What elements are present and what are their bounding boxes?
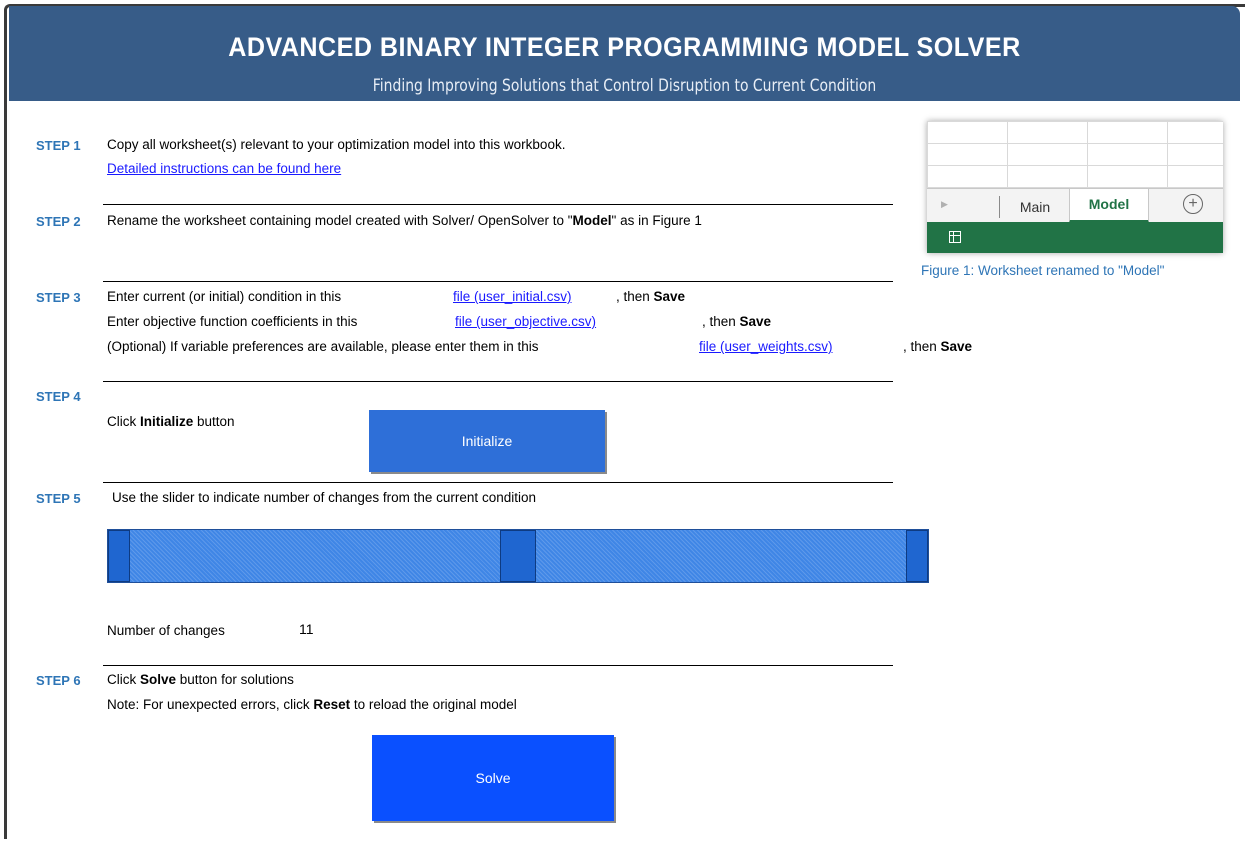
step5-label: STEP 5 [36, 491, 81, 506]
step3-line3-text: (Optional) If variable preferences are a… [107, 339, 539, 354]
step3-label: STEP 3 [36, 290, 81, 305]
sheet-view-icon [949, 231, 961, 243]
step2-label: STEP 2 [36, 214, 81, 229]
figure-caption: Figure 1: Worksheet renamed to "Model" [921, 263, 1165, 278]
figure-tab-bar: ▶ Main Model + [927, 188, 1223, 223]
divider [103, 482, 893, 483]
instructions-link[interactable]: Detailed instructions can be found here [107, 161, 341, 176]
figure-worksheet-tabs: ▶ Main Model + [927, 121, 1223, 253]
header-banner: ADVANCED BINARY INTEGER PROGRAMMING MODE… [9, 6, 1240, 101]
step2-text: Rename the worksheet containing model cr… [107, 213, 702, 228]
figure-cell-grid [927, 121, 1223, 188]
page-title: ADVANCED BINARY INTEGER PROGRAMMING MODE… [228, 32, 1021, 62]
initial-csv-link[interactable]: file (user_initial.csv) [453, 289, 572, 304]
figure-tab-main: Main [999, 196, 1070, 218]
step4-text: Click Initialize button [107, 414, 235, 429]
divider [103, 381, 893, 382]
slider-right-arrow[interactable] [906, 530, 928, 582]
step3-line2-suffix: , then Save [702, 314, 772, 329]
step3-line2-text: Enter objective function coefficients in… [107, 314, 358, 329]
initialize-button[interactable]: Initialize [369, 410, 605, 472]
step4-label: STEP 4 [36, 389, 81, 404]
slider-thumb[interactable] [500, 530, 536, 582]
step6-line1: Click Solve button for solutions [107, 672, 294, 687]
step1-text: Copy all worksheet(s) relevant to your o… [107, 137, 566, 152]
divider [103, 204, 893, 205]
divider [103, 281, 893, 282]
step3-line1-text: Enter current (or initial) condition in … [107, 289, 342, 304]
figure-status-bar [927, 222, 1223, 253]
step3-line3-suffix: , then Save [903, 339, 973, 354]
add-sheet-icon: + [1183, 194, 1203, 214]
step6-label: STEP 6 [36, 673, 81, 688]
changes-label: Number of changes [107, 623, 225, 638]
step5-text: Use the slider to indicate number of cha… [112, 490, 536, 505]
figure-tab-model: Model [1069, 189, 1149, 223]
changes-value: 11 [299, 621, 314, 637]
solve-button[interactable]: Solve [372, 735, 614, 821]
objective-csv-link[interactable]: file (user_objective.csv) [455, 314, 596, 329]
scroll-left-icon: ▶ [941, 199, 948, 209]
step6-line2: Note: For unexpected errors, click Reset… [107, 697, 517, 712]
changes-slider[interactable] [107, 529, 929, 583]
weights-csv-link[interactable]: file (user_weights.csv) [699, 339, 833, 354]
step1-label: STEP 1 [36, 138, 81, 153]
slider-left-arrow[interactable] [108, 530, 130, 582]
step3-line1-suffix: , then Save [616, 289, 686, 304]
page-subtitle: Finding Improving Solutions that Control… [372, 76, 877, 96]
divider [103, 665, 893, 666]
